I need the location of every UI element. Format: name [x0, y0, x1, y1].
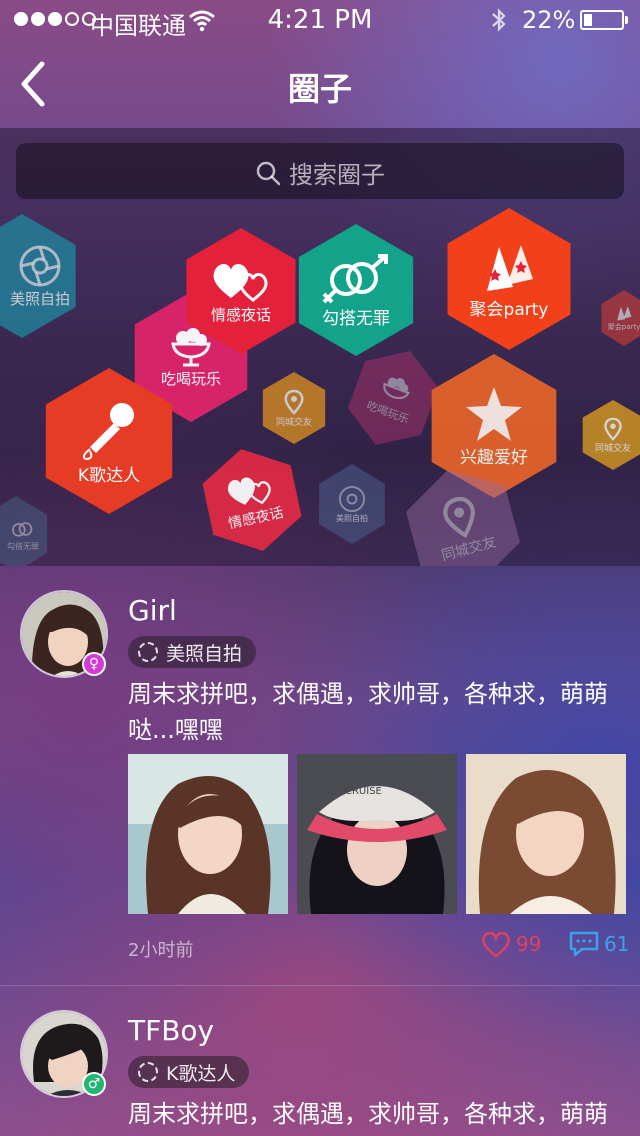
heart-outline-icon	[482, 931, 510, 958]
category-label: K歌达人	[77, 465, 141, 486]
navigation-bar: 圈子	[0, 40, 640, 128]
category-romance-2[interactable]: 情感夜话	[190, 438, 313, 561]
category-local-right[interactable]: 同城交友	[582, 400, 640, 470]
category-label: 美照自拍	[9, 289, 70, 308]
feed-post[interactable]: ♀ Girl 美照自拍 周末求拼吧，求偶遇，求帅哥，各种求，萌萌哒...嘿嘿 C…	[0, 566, 640, 984]
post-photo[interactable]	[466, 754, 626, 914]
category-party-small[interactable]: 聚会party	[601, 290, 640, 346]
circle-tag-label: K歌达人	[166, 1062, 236, 1085]
battery-icon	[580, 10, 624, 30]
search-placeholder: 搜索圈子	[289, 161, 385, 189]
location-pin-icon	[604, 417, 622, 441]
post-photo[interactable]: CRUISE	[297, 754, 457, 914]
party-hat-icon	[617, 306, 632, 321]
comment-button[interactable]: 61	[568, 930, 629, 958]
post-text: 周末求拼吧，求偶遇，求帅哥，各种求，萌萌哒...嘿嘿	[128, 680, 608, 744]
camera-aperture-icon	[338, 485, 366, 512]
page-title: 圈子	[287, 70, 352, 108]
search-input[interactable]: 搜索圈子	[16, 143, 624, 199]
comment-count: 61	[604, 932, 630, 956]
like-count: 99	[516, 932, 542, 956]
star-icon	[466, 386, 522, 441]
category-label: 聚会party	[607, 323, 640, 331]
gender-rings-icon	[11, 521, 33, 537]
category-flirt-faded[interactable]: 勾搭无罪	[0, 496, 48, 566]
microphone-icon	[82, 402, 134, 460]
circle-ring-icon	[138, 1062, 158, 1082]
post-text: 周末求拼吧，求偶遇，求帅哥，各种求，萌萌哒...嘿嘿	[128, 1100, 608, 1128]
category-selfie-faded[interactable]: 美照自拍	[319, 464, 385, 544]
category-label: 美照自拍	[336, 513, 368, 523]
camera-aperture-icon	[19, 245, 61, 286]
category-label: 勾搭无罪	[322, 308, 390, 329]
circle-tag[interactable]: 美照自拍	[128, 636, 257, 668]
svg-text:CRUISE: CRUISE	[345, 786, 382, 797]
category-label: 同城交友	[594, 443, 631, 454]
category-label: 勾搭无罪	[7, 541, 39, 551]
bluetooth-icon	[492, 8, 506, 32]
category-local[interactable]: 同城交友	[262, 372, 326, 444]
like-button[interactable]: 99	[480, 930, 541, 958]
circle-ring-icon	[138, 642, 158, 662]
category-flirt[interactable]: 勾搭无罪	[298, 224, 414, 356]
category-label: 聚会party	[469, 299, 549, 320]
female-symbol-icon: ♀	[82, 652, 106, 676]
feed-post[interactable]: ♂ TFBoy K歌达人 周末求拼吧，求偶遇，求帅哥，各种求，萌萌哒...嘿嘿	[0, 985, 640, 1136]
location-pin-icon	[284, 389, 304, 415]
category-label: 同城交友	[275, 417, 312, 428]
battery-percentage: 22%	[522, 6, 576, 34]
search-icon	[256, 161, 281, 185]
circle-tag[interactable]: K歌达人	[128, 1056, 250, 1088]
category-party[interactable]: 聚会party	[447, 208, 571, 350]
status-bar: 中国联通 4:21 PM 22%	[0, 0, 640, 40]
username[interactable]: TFBoy	[128, 1014, 214, 1047]
category-label: 兴趣爱好	[460, 447, 528, 468]
username[interactable]: Girl	[128, 594, 177, 627]
post-photo[interactable]	[128, 754, 288, 914]
category-selfie[interactable]: 美照自拍	[0, 214, 76, 338]
category-label: 情感夜话	[210, 305, 271, 324]
circle-tag-label: 美照自拍	[166, 642, 243, 665]
category-label: 吃喝玩乐	[160, 369, 221, 388]
circle-categories-panel: 搜索圈子 美照自拍 吃喝玩乐 情感夜话 勾搭无罪 聚会party 聚会party…	[0, 128, 640, 566]
party-hat-icon	[487, 244, 533, 291]
hearts-icon	[213, 263, 268, 302]
male-symbol-icon: ♂	[82, 1072, 106, 1096]
post-time: 2小时前	[128, 940, 194, 961]
gender-rings-icon	[322, 253, 388, 303]
comment-bubble-icon	[569, 931, 599, 957]
